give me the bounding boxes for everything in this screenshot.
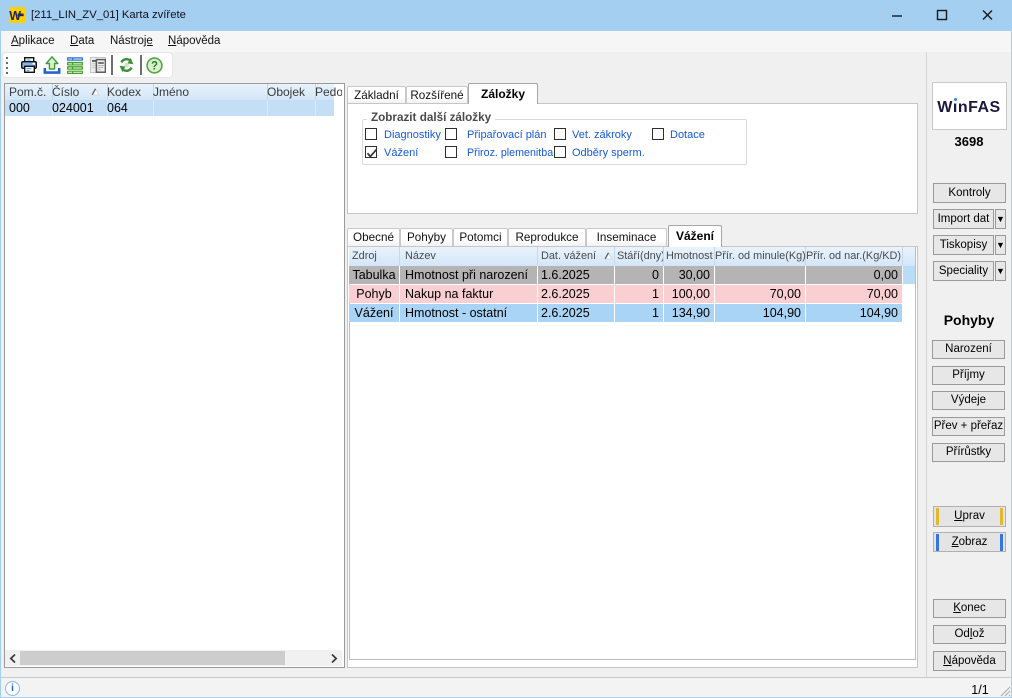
svg-text:?: ? — [151, 61, 158, 73]
